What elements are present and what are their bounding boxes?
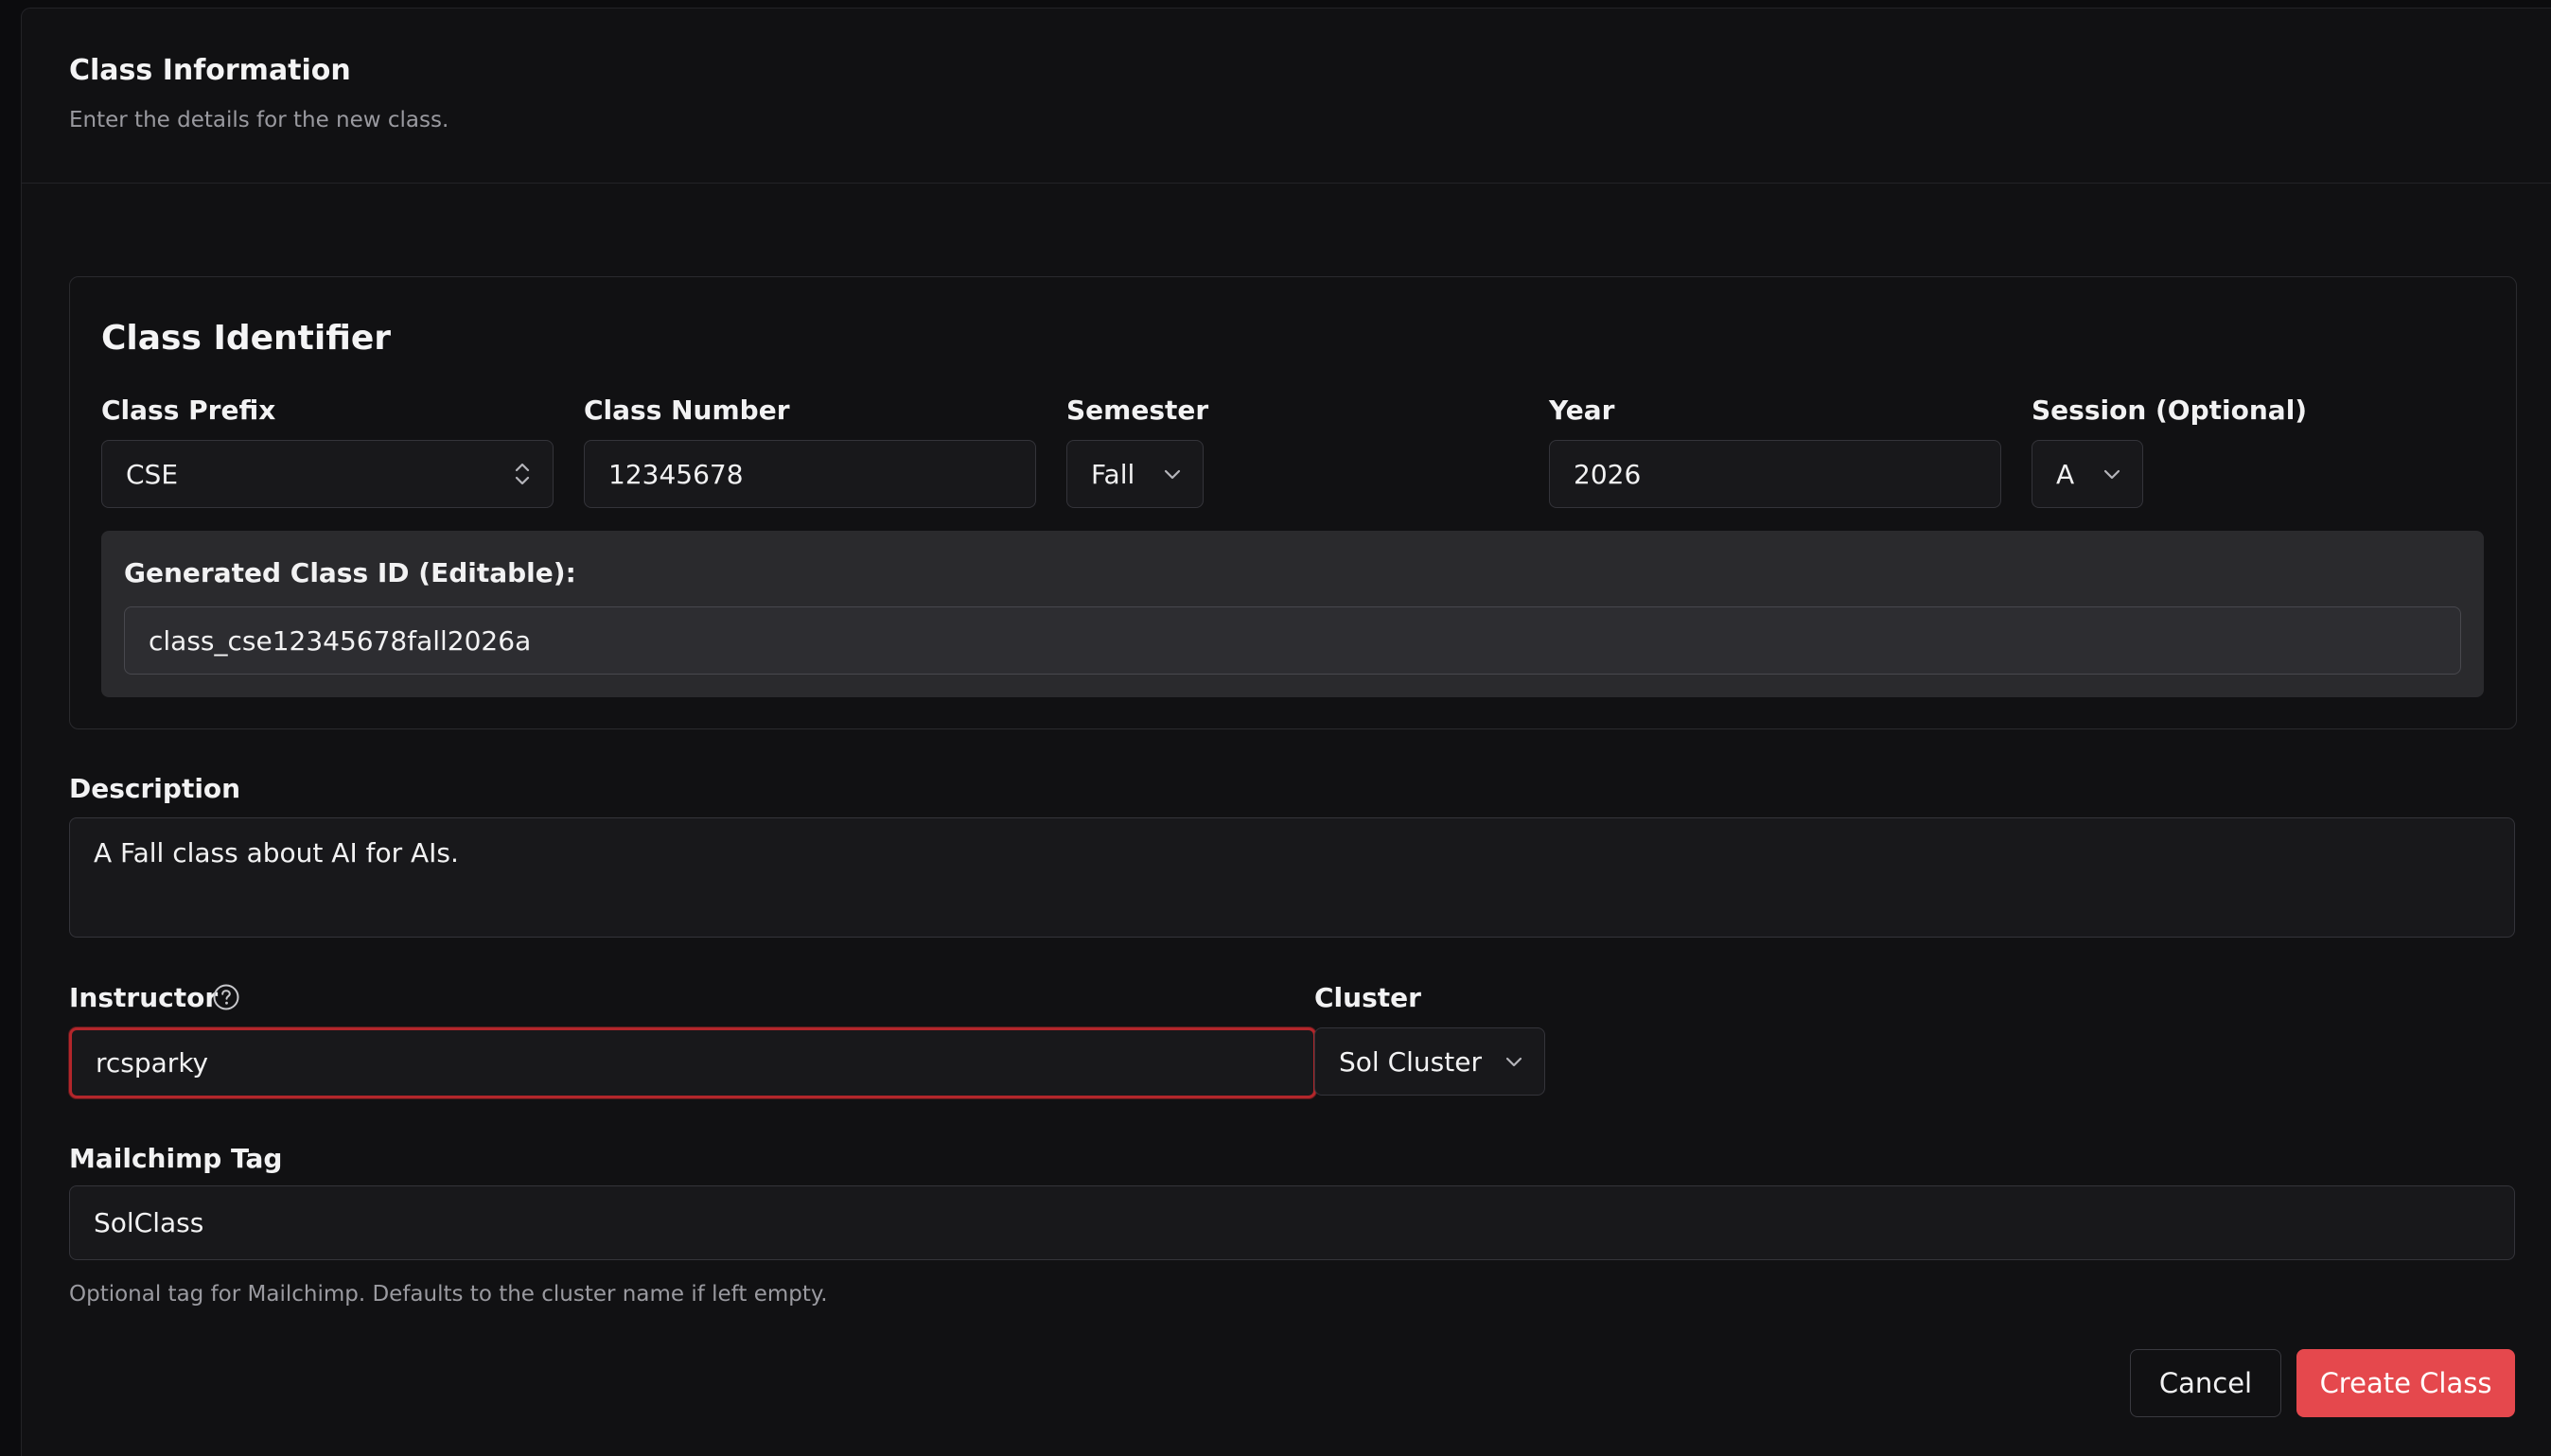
generated-class-id-panel: Generated Class ID (Editable): class_cse… <box>101 531 2484 697</box>
class-prefix-value: CSE <box>126 458 179 490</box>
class-prefix-label: Class Prefix <box>101 395 276 426</box>
description-value: A Fall class about AI for AIs. <box>94 837 459 868</box>
chevron-down-icon <box>1504 1055 1523 1068</box>
description-textarea[interactable]: A Fall class about AI for AIs. <box>69 817 2515 938</box>
year-label: Year <box>1549 395 1615 426</box>
class-identifier-section: Class Identifier Class Prefix CSE Class … <box>69 276 2517 729</box>
generated-class-id-input[interactable]: class_cse12345678fall2026a <box>124 606 2461 675</box>
mailchimp-tag-hint: Optional tag for Mailchimp. Defaults to … <box>69 1282 828 1307</box>
year-value: 2026 <box>1574 458 1642 490</box>
mailchimp-tag-label: Mailchimp Tag <box>69 1143 283 1174</box>
chevron-down-icon <box>1163 467 1182 481</box>
mailchimp-tag-value: SolClass <box>94 1207 204 1238</box>
class-identifier-title: Class Identifier <box>101 319 392 358</box>
updown-chevron-icon <box>513 460 532 488</box>
semester-select[interactable]: Fall <box>1066 440 1204 508</box>
class-prefix-select[interactable]: CSE <box>101 440 554 508</box>
cluster-value: Sol Cluster <box>1339 1045 1482 1078</box>
dialog-title: Class Information <box>69 54 351 87</box>
cluster-label: Cluster <box>1314 982 1421 1013</box>
generated-class-id-value: class_cse12345678fall2026a <box>149 624 532 657</box>
question-circle-icon[interactable] <box>212 983 240 1015</box>
semester-label: Semester <box>1066 395 1209 426</box>
class-number-label: Class Number <box>584 395 790 426</box>
session-label: Session (Optional) <box>2032 395 2308 426</box>
create-class-button[interactable]: Create Class <box>2296 1349 2515 1417</box>
instructor-input[interactable]: rcsparky <box>69 1027 1316 1098</box>
year-input[interactable]: 2026 <box>1549 440 2001 508</box>
instructor-value: rcsparky <box>96 1047 209 1079</box>
dialog-panel: Class Information Enter the details for … <box>21 8 2551 1456</box>
instructor-label: Instructor <box>69 982 219 1013</box>
cancel-button[interactable]: Cancel <box>2130 1349 2281 1417</box>
semester-value: Fall <box>1091 458 1135 490</box>
session-select[interactable]: A <box>2032 440 2143 508</box>
mailchimp-tag-input[interactable]: SolClass <box>69 1185 2515 1260</box>
description-label: Description <box>69 773 241 804</box>
class-number-input[interactable]: 12345678 <box>584 440 1036 508</box>
session-value: A <box>2056 458 2075 490</box>
chevron-down-icon <box>2102 467 2121 481</box>
cluster-select[interactable]: Sol Cluster <box>1314 1027 1545 1096</box>
dialog-subtitle: Enter the details for the new class. <box>69 108 449 132</box>
class-number-value: 12345678 <box>608 458 744 490</box>
header-divider <box>22 183 2551 184</box>
generated-class-id-label: Generated Class ID (Editable): <box>124 557 576 588</box>
